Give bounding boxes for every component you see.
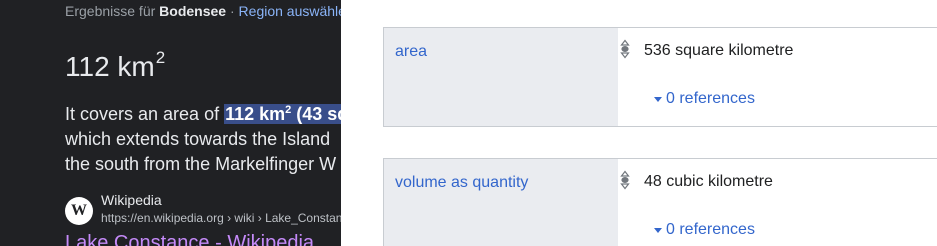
results-location: Bodensee [159, 3, 227, 19]
property-link-volume[interactable]: volume as quantity [395, 174, 528, 192]
snippet-line-1: It covers an area of 112 km2 (43 sq mi) [65, 98, 341, 127]
region-select-link[interactable]: Region auswählen [239, 3, 341, 19]
references-label: 0 references [666, 221, 755, 238]
results-prefix: Ergebnisse für [65, 3, 156, 19]
statement-value: 536 square kilometre [644, 42, 794, 59]
answer-value: 112 km [65, 51, 155, 82]
snippet-line-3: the south from the Markelfinger W [65, 154, 337, 174]
property-link-area[interactable]: area [395, 43, 427, 61]
snippet-highlight: 112 km2 (43 sq mi) [224, 104, 341, 124]
source-url[interactable]: https://en.wikipedia.org › wiki › Lake_C… [101, 211, 341, 225]
statement-volume: volume as quantity 48 cubic kilometre 0 … [383, 158, 937, 246]
references-toggle[interactable]: 0 references [654, 221, 755, 239]
wikipedia-logo-icon[interactable]: W [65, 197, 93, 225]
result-title-link[interactable]: Lake Constance - Wikipedia [65, 232, 314, 246]
property-cell: volume as quantity [384, 159, 618, 246]
results-for-line: Ergebnisse für Bodensee · Region auswähl… [65, 3, 341, 19]
highlight-value: 112 km [225, 104, 286, 124]
references-label: 0 references [666, 90, 755, 107]
statement-area: area 536 square kilometre 0 references [383, 27, 937, 127]
search-results-panel: Ergebnisse für Bodensee · Region auswähl… [0, 0, 341, 246]
snippet-text: It covers an area of [65, 104, 225, 124]
references-toggle[interactable]: 0 references [654, 90, 755, 108]
highlight-rest: (43 sq mi) [296, 104, 341, 124]
statement-value: 48 cubic kilometre [644, 173, 773, 190]
source-name[interactable]: Wikipedia [101, 192, 162, 208]
separator-dot: · [229, 3, 235, 19]
rank-selector-icon[interactable] [620, 39, 630, 59]
expand-triangle-icon [654, 96, 662, 102]
snippet-line-2: which extends towards the Island [65, 129, 331, 149]
rank-selector-icon[interactable] [620, 170, 630, 190]
answer-superscript: 2 [155, 48, 166, 67]
featured-answer: 112 km2 [65, 48, 165, 83]
result-snippet: It covers an area of 112 km2 (43 sq mi) … [65, 98, 341, 177]
property-cell: area [384, 28, 618, 126]
expand-triangle-icon [654, 227, 662, 233]
